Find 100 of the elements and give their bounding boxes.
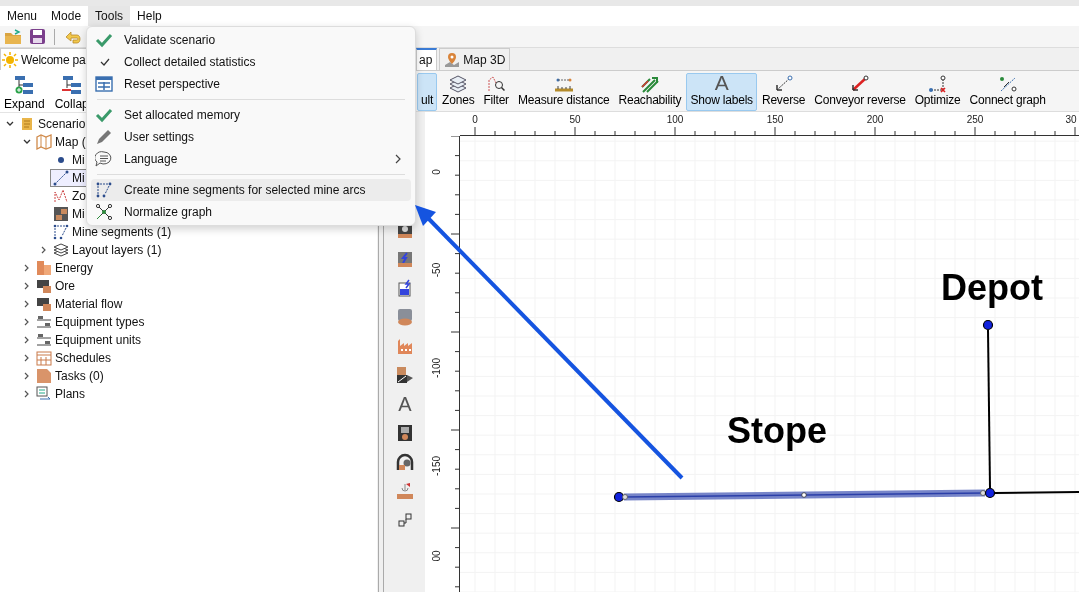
tree-item[interactable]: Scenario bbox=[16, 115, 89, 133]
energy-icon bbox=[36, 260, 52, 276]
tree-item[interactable]: Zo bbox=[50, 187, 89, 205]
tree-item[interactable]: Equipment units bbox=[33, 331, 145, 349]
ruler-label: 0 bbox=[472, 114, 478, 125]
graph-nodes-icon bbox=[95, 204, 113, 220]
map-node[interactable] bbox=[613, 491, 625, 503]
equipment-icon bbox=[36, 314, 52, 330]
conveyor-reverse-icon bbox=[849, 75, 870, 93]
tree-item[interactable]: Mi bbox=[50, 205, 88, 223]
pencil-icon bbox=[95, 129, 113, 145]
toolbar-button[interactable]: Zones bbox=[438, 73, 479, 111]
toolbar-button[interactable]: Conveyor reverse bbox=[810, 73, 910, 111]
reverse-arc-icon bbox=[773, 75, 794, 93]
ruler-label: 250 bbox=[966, 114, 984, 125]
arrows-icon bbox=[639, 75, 660, 93]
selected-arc[interactable] bbox=[623, 489, 986, 501]
expand-button[interactable]: Expand bbox=[2, 74, 47, 112]
map-pin-icon bbox=[444, 51, 461, 68]
menu-item[interactable]: User settings bbox=[91, 126, 411, 148]
tab[interactable]: Map 3D bbox=[439, 48, 511, 70]
tree-item[interactable]: Equipment types bbox=[33, 313, 148, 331]
menu-item[interactable]: Help bbox=[130, 6, 169, 26]
letter-icon: A bbox=[714, 73, 729, 93]
ruler-label: -50 bbox=[431, 262, 442, 278]
sun-icon bbox=[2, 51, 18, 68]
menu-item[interactable]: Collect detailed statistics bbox=[91, 51, 411, 73]
ore-cart-icon bbox=[36, 278, 52, 294]
tab[interactable]: Welcome pa bbox=[0, 48, 89, 70]
chevron-right-icon bbox=[393, 154, 403, 164]
menu-item[interactable]: Validate scenario bbox=[91, 29, 411, 51]
menu-item[interactable]: Language bbox=[91, 148, 411, 170]
tree-item[interactable]: Energy bbox=[33, 259, 97, 277]
ruler-label: 50 bbox=[569, 114, 581, 125]
menu-item[interactable]: Set allocated memory bbox=[91, 104, 411, 126]
ruler-label: -100 bbox=[431, 358, 442, 378]
arc-line[interactable] bbox=[987, 329, 991, 489]
scroll-icon bbox=[19, 116, 35, 132]
zone-icon bbox=[53, 188, 69, 204]
equipment-icon bbox=[36, 332, 52, 348]
toolbar-button[interactable]: Measure distance bbox=[513, 73, 614, 111]
toolbar-button[interactable]: Reachability bbox=[614, 73, 686, 111]
ruler-label: 00 bbox=[431, 550, 442, 562]
text-tool-button[interactable]: A bbox=[398, 394, 412, 414]
menu-item[interactable]: Menu bbox=[0, 6, 45, 26]
vertex-handle[interactable] bbox=[801, 492, 807, 498]
mine-block-icon bbox=[53, 206, 69, 222]
ruler-label: 100 bbox=[666, 114, 684, 125]
vertex-handle[interactable] bbox=[980, 490, 986, 496]
toolbar-button[interactable]: Reverse bbox=[757, 73, 810, 111]
connect-graph-icon bbox=[997, 75, 1018, 93]
toolbar-button[interactable]: Connect graph bbox=[965, 73, 1050, 111]
plans-icon bbox=[36, 386, 52, 402]
tree-item[interactable]: Tasks (0) bbox=[33, 367, 107, 385]
optimize-icon bbox=[927, 75, 948, 93]
toolbar-button[interactable]: Filter bbox=[479, 73, 513, 111]
tab[interactable]: ap bbox=[416, 48, 438, 70]
crusher-icon bbox=[396, 366, 414, 384]
map-node[interactable] bbox=[984, 487, 996, 499]
ruler-label: 0 bbox=[431, 169, 442, 175]
tool-button[interactable] bbox=[396, 365, 414, 385]
menu-item[interactable]: Create mine segments for selected mine arcs bbox=[91, 179, 411, 201]
tree-item[interactable]: Mi bbox=[50, 151, 88, 169]
battery-icon bbox=[396, 279, 414, 297]
menu-item[interactable]: Normalize graph bbox=[91, 201, 411, 223]
ruler-label: 200 bbox=[866, 114, 884, 125]
expand-tree-icon bbox=[13, 75, 36, 95]
tree-item[interactable]: Ore bbox=[33, 277, 78, 295]
tree-item[interactable]: Mi bbox=[50, 169, 88, 187]
menu-item[interactable]: Tools bbox=[88, 6, 131, 26]
map-node[interactable] bbox=[982, 319, 994, 331]
tool-button[interactable] bbox=[396, 249, 414, 269]
arc-icon bbox=[53, 170, 69, 186]
folder-icon bbox=[4, 28, 22, 45]
save-button[interactable] bbox=[28, 27, 47, 46]
tank-icon bbox=[396, 308, 414, 326]
arc-line[interactable] bbox=[994, 491, 1079, 494]
tree-item[interactable]: Material flow bbox=[33, 295, 126, 313]
ore-cart-icon bbox=[36, 296, 52, 312]
tool-button[interactable] bbox=[396, 423, 414, 443]
menu-item[interactable]: Mode bbox=[44, 6, 89, 26]
tree-item[interactable]: Plans bbox=[33, 385, 89, 403]
map-canvas[interactable]: 0 50 100 150 200 250 30 0 -50 -100 -150 00 Depot Stope bbox=[425, 112, 1079, 592]
tree-item[interactable]: Schedules bbox=[33, 349, 115, 367]
tree-item[interactable]: Mine segments (1) bbox=[50, 223, 175, 241]
tree-item[interactable]: Map ( bbox=[33, 133, 89, 151]
generator-icon bbox=[396, 250, 414, 268]
toolbar-button[interactable]: Optimize bbox=[910, 73, 965, 111]
vertex-handle[interactable] bbox=[622, 494, 628, 500]
tool-button[interactable] bbox=[396, 510, 414, 530]
tree-item[interactable]: Layout layers (1) bbox=[50, 241, 165, 259]
menu-item[interactable]: Reset perspective bbox=[91, 73, 411, 95]
toolbar-button[interactable]: ult bbox=[417, 73, 438, 111]
toolbar-button[interactable]: A Show labels bbox=[686, 73, 757, 111]
fan-icon bbox=[396, 453, 414, 471]
tool-button[interactable] bbox=[396, 278, 414, 298]
tool-button[interactable] bbox=[396, 452, 414, 472]
segments-icon bbox=[53, 224, 69, 240]
ruler-label: -150 bbox=[431, 456, 442, 476]
layers-icon bbox=[448, 75, 469, 93]
